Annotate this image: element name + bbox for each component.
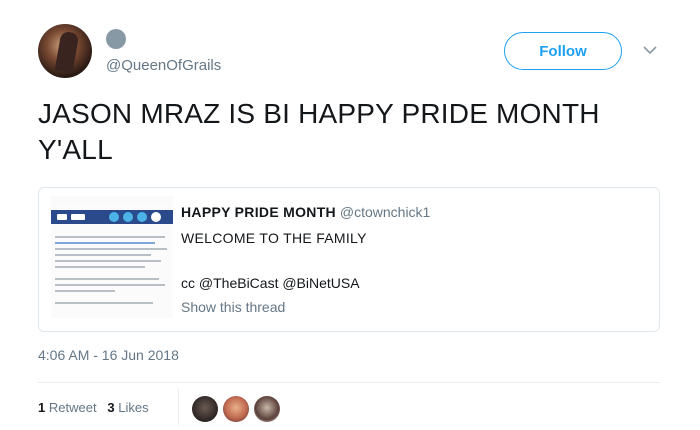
- like-label[interactable]: Likes: [118, 400, 148, 415]
- chevron-down-icon[interactable]: [642, 42, 658, 58]
- liker-avatar[interactable]: [254, 396, 280, 422]
- retweet-label[interactable]: Retweet: [49, 400, 97, 415]
- stats-divider: [178, 389, 179, 425]
- quoted-tweet-handle: @ctownchick1: [339, 204, 431, 220]
- user-handle[interactable]: @QueenOfGrails: [106, 57, 221, 74]
- quoted-tweet-title: HAPPY PRIDE MONTH @ctownchick1: [181, 204, 430, 220]
- retweet-count[interactable]: 1: [38, 400, 45, 415]
- quoted-tweet-name: HAPPY PRIDE MONTH: [181, 204, 336, 220]
- tweet-stats: 1 Retweet 3 Likes: [38, 400, 149, 415]
- quoted-tweet-thumbnail[interactable]: [51, 196, 173, 318]
- show-thread-link[interactable]: Show this thread: [181, 299, 285, 315]
- tweet-timestamp[interactable]: 4:06 AM - 16 Jun 2018: [38, 347, 179, 363]
- tweet-text: JASON MRAZ IS BI HAPPY PRIDE MONTH Y'ALL: [38, 96, 658, 168]
- quoted-tweet-mentions: cc @TheBiCast @BiNetUSA: [181, 275, 360, 291]
- follow-button[interactable]: Follow: [504, 32, 622, 70]
- tweet-header: @QueenOfGrails Follow: [38, 24, 678, 80]
- avatar[interactable]: [38, 24, 92, 78]
- display-name-placeholder[interactable]: [106, 29, 126, 49]
- divider: [38, 382, 660, 383]
- quoted-tweet-card[interactable]: HAPPY PRIDE MONTH @ctownchick1 WELCOME T…: [38, 187, 660, 332]
- tweet-text-line: Y'ALL: [38, 134, 113, 165]
- liker-avatar[interactable]: [223, 396, 249, 422]
- quoted-tweet-text: WELCOME TO THE FAMILY: [181, 230, 367, 246]
- like-count[interactable]: 3: [107, 400, 114, 415]
- liker-avatar[interactable]: [192, 396, 218, 422]
- tweet-text-line: JASON MRAZ IS BI HAPPY PRIDE MONTH: [38, 98, 600, 129]
